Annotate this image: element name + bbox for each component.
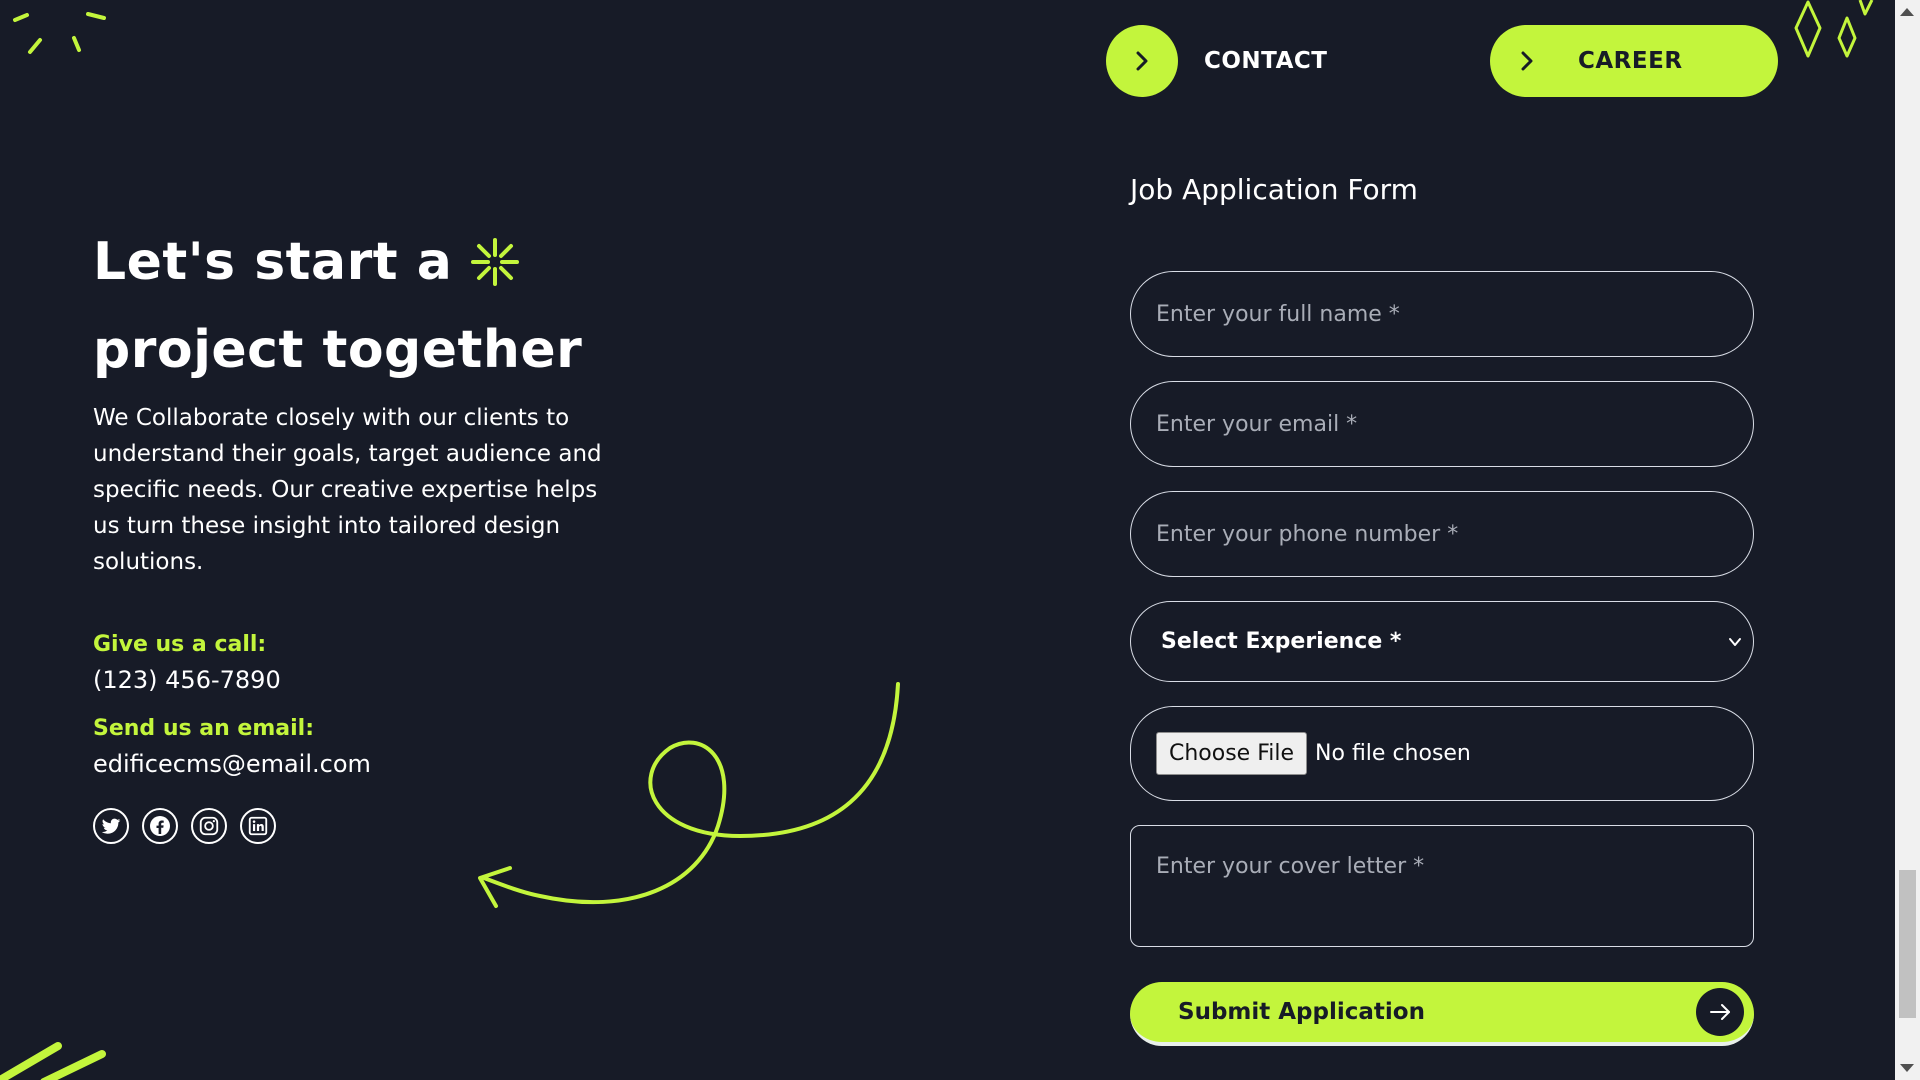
scroll-down-arrow-icon[interactable] [1900, 1064, 1914, 1072]
linkedin-link[interactable] [240, 808, 276, 844]
phone-number[interactable]: (123) 456-7890 [93, 666, 281, 694]
scrollbar-thumb[interactable] [1899, 870, 1916, 1018]
chevron-right-icon [1516, 50, 1538, 72]
career-tab-label: CAREER [1578, 48, 1683, 74]
cover-letter-textarea[interactable] [1131, 826, 1753, 946]
file-status-text: No file chosen [1315, 741, 1471, 766]
sparkle-decoration-top-left [13, 12, 106, 54]
page-scrollbar[interactable] [1895, 0, 1920, 1080]
twitter-icon [101, 818, 121, 834]
headline-line-1: Let's start a [93, 218, 582, 306]
email-input[interactable] [1131, 382, 1753, 466]
submit-application-button[interactable]: Submit Application [1130, 982, 1754, 1046]
instagram-icon [199, 816, 219, 836]
email-address[interactable]: edificecms@email.com [93, 750, 371, 778]
asterisk-star-icon [470, 237, 520, 287]
stripes-decoration-bottom-left [0, 1042, 106, 1080]
email-label: Send us an email: [93, 716, 314, 741]
experience-select[interactable]: Select Experience * [1130, 601, 1754, 682]
diamond-decoration-top-right [1794, 0, 1874, 58]
choose-file-button[interactable]: Choose File [1156, 732, 1308, 775]
call-label: Give us a call: [93, 632, 267, 657]
chevron-down-icon [1729, 637, 1741, 646]
intro-paragraph: We Collaborate closely with our clients … [93, 405, 602, 575]
curly-arrow-decoration [478, 682, 900, 908]
facebook-link[interactable] [142, 808, 178, 844]
arrow-right-icon [1696, 988, 1744, 1036]
contact-tab-label: CONTACT [1204, 48, 1328, 74]
cover-letter-field-wrapper [1130, 825, 1754, 947]
headline-text-1: Let's start a [93, 232, 453, 292]
full-name-input[interactable] [1131, 272, 1753, 356]
facebook-icon [150, 816, 170, 836]
submit-button-label: Submit Application [1178, 999, 1425, 1025]
contact-tab[interactable]: CONTACT [1106, 25, 1327, 97]
phone-field-wrapper [1130, 491, 1754, 577]
full-name-field-wrapper [1130, 271, 1754, 357]
social-links [93, 808, 276, 844]
phone-input[interactable] [1131, 492, 1753, 576]
linkedin-icon [248, 816, 268, 836]
scroll-up-arrow-icon[interactable] [1900, 8, 1914, 16]
headline-line-2: project together [93, 320, 583, 380]
career-tab[interactable]: CAREER [1490, 25, 1778, 97]
resume-file-field: Choose File No file chosen [1130, 706, 1754, 801]
page-headline: Let's start a project together [93, 218, 582, 394]
chevron-right-icon [1106, 25, 1178, 97]
email-field-wrapper [1130, 381, 1754, 467]
twitter-link[interactable] [93, 808, 129, 844]
contact-section: CONTACT CAREER Let's start a project tog… [0, 0, 1895, 1080]
instagram-link[interactable] [191, 808, 227, 844]
form-title: Job Application Form [1130, 173, 1418, 206]
experience-select-value: Select Experience * [1161, 629, 1402, 654]
